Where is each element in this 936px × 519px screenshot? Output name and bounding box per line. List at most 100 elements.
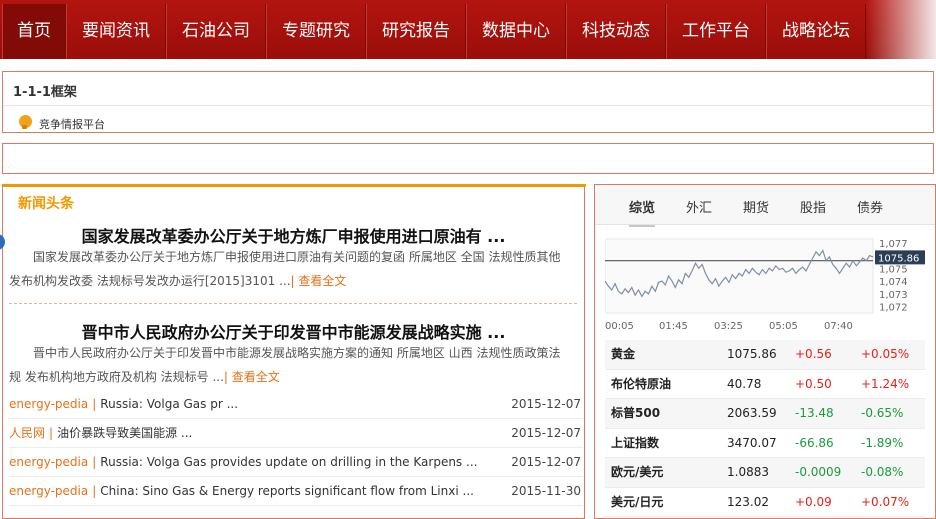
news-tab-title[interactable]: 新闻头条	[18, 193, 74, 213]
quote-percent: +1.24%	[861, 376, 910, 391]
x-tick-label: 07:40	[824, 321, 853, 332]
separator: |	[92, 484, 97, 498]
nav-item-home[interactable]: 首页	[2, 4, 66, 59]
news-list-item[interactable]: 人民网 | 油价暴跌导致美国能源 ... 2015-12-07	[9, 419, 583, 448]
quote-change: -66.86	[795, 435, 834, 450]
news-date: 2015-12-07	[511, 426, 581, 440]
quote-row[interactable]: 黄金 1075.86 +0.56 +0.05%	[605, 340, 925, 370]
current-price-label: 1075.86	[878, 253, 919, 264]
gold-intraday-chart: 1,0771,0761,0751,0741,0731,0721075.8600:…	[605, 233, 935, 338]
news-source[interactable]: 人民网	[9, 426, 45, 440]
nav-decoration	[866, 0, 936, 59]
news-source[interactable]: energy-pedia	[9, 484, 88, 498]
nav-item-forum[interactable]: 战略论坛	[766, 4, 866, 59]
news-date: 2015-12-07	[511, 455, 581, 469]
news-date: 2015-12-07	[511, 397, 581, 411]
quote-row[interactable]: 上证指数 3470.07 -66.86 -1.89%	[605, 429, 925, 458]
chat-bubble-icon	[19, 115, 32, 129]
y-tick-label: 1,075	[879, 264, 908, 275]
tab-overview[interactable]: 综览	[629, 197, 656, 227]
quote-price: 1.0883	[727, 465, 769, 479]
headline-summary-text: 晋中市人民政府办公厅关于印发晋中市能源发展战略实施方案的通知 所属地区 山西 法…	[9, 346, 561, 384]
chart-svg: 1,0771,0761,0751,0741,0731,0721075.8600:…	[605, 238, 925, 332]
quote-row[interactable]: 欧元/美元 1.0883 -0.0009 -0.08%	[605, 458, 925, 488]
x-tick-label: 01:45	[659, 321, 688, 332]
empty-banner	[2, 143, 934, 174]
news-list-item[interactable]: energy-pedia | Russia: Volga Gas pr ... 20…	[9, 390, 583, 419]
top-nav: 首页 要闻资讯 石油公司 专题研究 研究报告 数据中心 科技动态 工作平台 战略…	[0, 0, 936, 59]
quote-percent: -1.89%	[861, 435, 904, 450]
platform-link[interactable]: 竞争情报平台	[39, 116, 105, 132]
market-panel: 综览 外汇 期货 股指 债券 1,0771,0761,0751,0741,073…	[594, 184, 936, 519]
tab-indices[interactable]: 股指	[800, 197, 826, 216]
quote-name: 标普500	[611, 406, 661, 420]
nav-item-workspace[interactable]: 工作平台	[666, 4, 766, 59]
separator: |	[92, 455, 97, 469]
y-tick-label: 1,077	[879, 239, 908, 250]
quote-change: +0.50	[795, 376, 832, 391]
divider	[3, 105, 933, 106]
news-title[interactable]: Russia: Volga Gas pr ...	[100, 397, 238, 411]
read-more-link[interactable]: | 查看全文	[291, 274, 347, 288]
y-tick-label: 1,074	[879, 277, 908, 288]
headline-title[interactable]: 国家发展改革委办公厅关于地方炼厂申报使用进口原油有 ...	[3, 223, 584, 247]
quote-row[interactable]: 布伦特原油 40.78 +0.50 +1.24%	[605, 370, 925, 399]
quote-percent: -0.08%	[861, 465, 904, 479]
quote-table: 黄金 1075.86 +0.56 +0.05% 布伦特原油 40.78 +0.5…	[605, 340, 925, 517]
quote-percent: +0.05%	[861, 347, 910, 361]
read-more-link[interactable]: | 查看全文	[224, 370, 280, 384]
quote-name: 上证指数	[611, 435, 660, 450]
x-tick-label: 05:05	[769, 321, 798, 332]
y-tick-label: 1,073	[879, 290, 908, 301]
nav-item-tech[interactable]: 科技动态	[566, 4, 666, 59]
quote-name: 欧元/美元	[611, 465, 664, 479]
x-tick-label: 00:05	[605, 321, 634, 332]
nav-item-data-center[interactable]: 数据中心	[466, 4, 566, 59]
x-tick-label: 03:25	[714, 321, 743, 332]
nav-item-topics[interactable]: 专题研究	[266, 4, 366, 59]
nav-item-reports[interactable]: 研究报告	[366, 4, 466, 59]
quote-percent: -0.65%	[861, 406, 904, 420]
headline-title[interactable]: 晋中市人民政府办公厅关于印发晋中市能源发展战略实施 ...	[3, 319, 584, 343]
framework-panel: 1-1-1框架 竞争情报平台	[2, 71, 934, 133]
tab-bonds[interactable]: 债券	[857, 197, 883, 216]
news-accent-line	[3, 184, 586, 187]
quote-change: +0.09	[795, 494, 832, 509]
quote-change: +0.56	[795, 347, 832, 361]
news-list-item[interactable]: energy-pedia | China: Sino Gas & Energy re…	[9, 477, 583, 506]
tab-futures[interactable]: 期货	[743, 197, 769, 216]
news-list-item[interactable]: energy-pedia | Russia: Volga Gas provides …	[9, 448, 583, 477]
news-title[interactable]: 油价暴跌导致美国能源 ...	[57, 426, 192, 440]
quote-price: 3470.07	[727, 435, 777, 450]
quote-change: -0.0009	[795, 465, 842, 479]
nav-item-news[interactable]: 要闻资讯	[66, 4, 166, 59]
chart-plot-area	[605, 238, 874, 314]
headline-summary: 晋中市人民政府办公厅关于印发晋中市能源发展战略实施方案的通知 所属地区 山西 法…	[9, 341, 572, 389]
news-source[interactable]: energy-pedia	[9, 397, 88, 411]
separator: |	[92, 397, 97, 411]
quote-percent: +0.07%	[861, 494, 910, 509]
dashed-divider	[9, 303, 577, 304]
quote-price: 1075.86	[727, 347, 777, 361]
framework-title: 1-1-1框架	[13, 85, 77, 100]
market-tabs: 综览 外汇 期货 股指 债券	[595, 185, 935, 227]
news-source[interactable]: energy-pedia	[9, 455, 88, 469]
y-tick-label: 1,072	[879, 303, 908, 314]
quote-name: 黄金	[611, 347, 636, 361]
quote-name: 布伦特原油	[611, 376, 672, 391]
quote-row[interactable]: 美元/日元 123.02 +0.09 +0.07%	[605, 488, 925, 517]
separator: |	[49, 426, 54, 440]
news-title[interactable]: Russia: Volga Gas provides update on dri…	[100, 455, 477, 469]
quote-change: -13.48	[795, 406, 834, 420]
nav-item-oil-companies[interactable]: 石油公司	[166, 4, 266, 59]
quote-price: 2063.59	[727, 406, 777, 420]
quote-price: 123.02	[727, 494, 769, 509]
headline-summary-text: 国家发展改革委办公厅关于地方炼厂申报使用进口原油有关问题的复函 所属地区 全国 …	[9, 250, 561, 288]
tab-forex[interactable]: 外汇	[686, 197, 712, 216]
news-title[interactable]: China: Sino Gas & Energy reports signifi…	[100, 484, 474, 498]
quote-name: 美元/日元	[611, 494, 664, 509]
headline-summary: 国家发展改革委办公厅关于地方炼厂申报使用进口原油有关问题的复函 所属地区 全国 …	[9, 245, 572, 293]
news-panel: 新闻头条 国家发展改革委办公厅关于地方炼厂申报使用进口原油有 ... 国家发展改…	[0, 184, 586, 519]
quote-price: 40.78	[727, 376, 762, 391]
quote-row[interactable]: 标普500 2063.59 -13.48 -0.65%	[605, 399, 925, 429]
